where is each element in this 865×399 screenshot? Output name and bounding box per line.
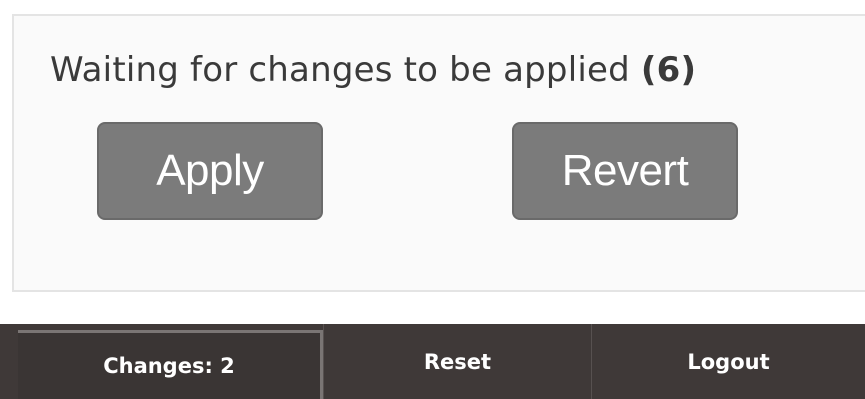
bottom-navbar: Changes: 2 Reset Logout xyxy=(0,324,865,399)
apply-button[interactable]: Apply xyxy=(97,122,323,220)
status-message-text: Waiting for changes to be applied xyxy=(50,50,630,90)
revert-button[interactable]: Revert xyxy=(512,122,738,220)
nav-logout[interactable]: Logout xyxy=(591,324,865,399)
pending-changes-message: Waiting for changes to be applied (6) xyxy=(50,50,696,90)
pending-changes-panel: Waiting for changes to be applied (6) Ap… xyxy=(12,14,865,292)
nav-changes[interactable]: Changes: 2 xyxy=(18,330,323,399)
pending-count: (6) xyxy=(640,50,697,90)
nav-reset[interactable]: Reset xyxy=(323,324,591,399)
